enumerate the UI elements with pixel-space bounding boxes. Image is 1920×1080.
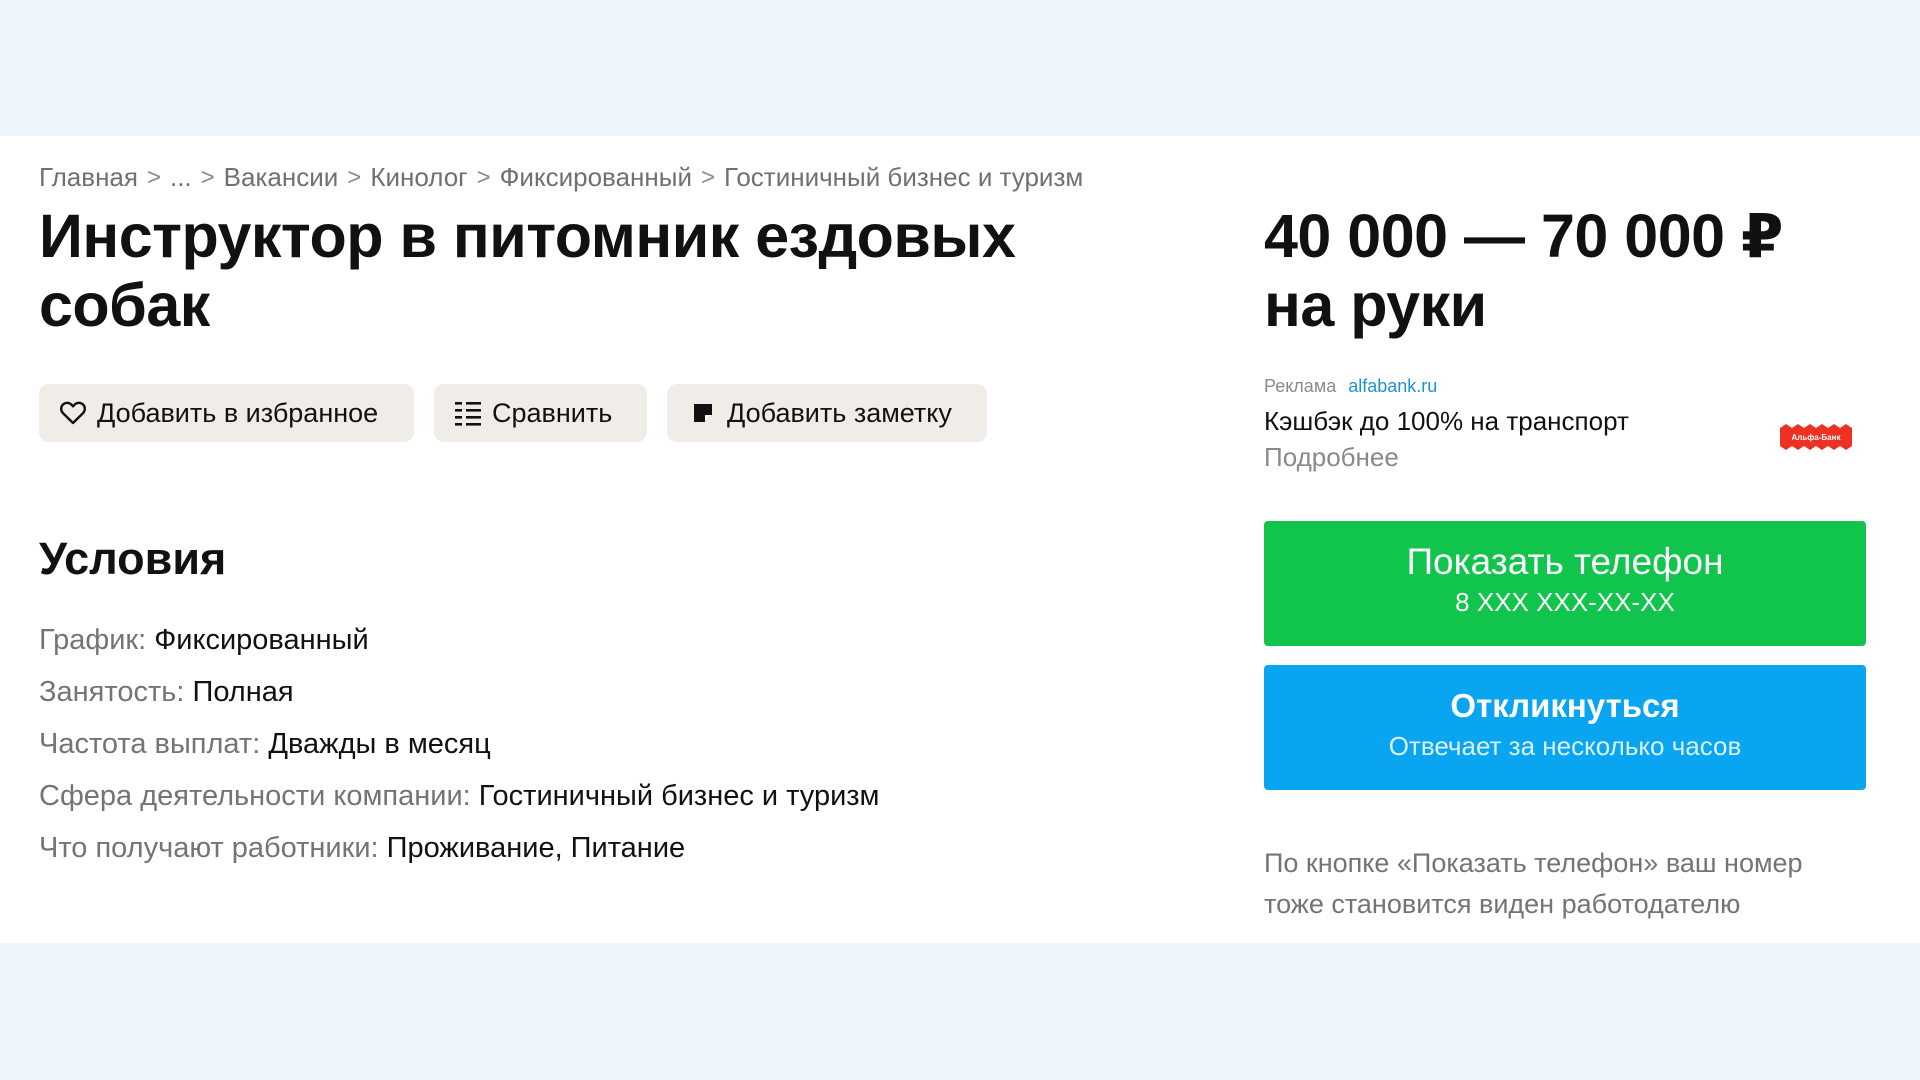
response-time: Отвечает за несколько часов [1388,731,1742,761]
add-note-button[interactable]: Добавить заметку [667,384,987,442]
condition-value: Гостиничный бизнес и туризм [478,780,880,812]
alfabank-logo-text: Альфа-Банк [1792,433,1842,442]
conditions-list: График: Фиксированный Занятость: Полная … [39,614,880,874]
show-phone-label: Показать телефон [1406,541,1724,582]
condition-value: Проживание, Питание [386,832,686,864]
condition-value: Полная [192,676,294,708]
breadcrumb-separator: > [476,163,491,191]
ad-label: Реклама alfabank.ru [1264,376,1437,397]
show-phone-button[interactable]: Показать телефон 8 XXX XXX-XX-XX [1264,521,1866,646]
condition-schedule: График: Фиксированный [39,614,880,666]
note-icon [689,399,717,427]
condition-value: Дважды в месяц [268,728,491,760]
heart-icon [59,399,87,427]
breadcrumb-item-vacancies[interactable]: Вакансии [224,162,339,193]
salary: 40 000 — 70 000 ₽ на руки [1264,202,1783,339]
condition-label: Сфера деятельности компании: [39,780,471,812]
ad-marker: Реклама [1264,376,1337,396]
conditions-heading: Условия [39,533,227,584]
breadcrumb-separator: > [200,163,215,191]
compare-button[interactable]: Сравнить [434,384,647,442]
breadcrumb-separator: > [146,163,161,191]
condition-label: Частота выплат: [39,728,261,760]
breadcrumb-separator: > [700,163,715,191]
condition-value: Фиксированный [154,624,369,656]
breadcrumb-item-schedule[interactable]: Фиксированный [500,162,692,193]
condition-payment-frequency: Частота выплат: Дважды в месяц [39,718,880,770]
phone-disclosure-note: По кнопке «Показать телефон» ваш номер т… [1264,848,1803,919]
respond-button[interactable]: Откликнуться Отвечает за несколько часов [1264,665,1866,790]
job-title: Инструктор в питомник ездовых собак [39,202,1016,339]
breadcrumb-item-home[interactable]: Главная [39,162,138,193]
breadcrumb-separator: > [347,163,362,191]
add-note-label: Добавить заметку [727,397,952,428]
alfabank-logo-icon[interactable]: Альфа-Банк [1780,422,1852,452]
breadcrumb-item-profession[interactable]: Кинолог [370,162,467,193]
add-to-favorites-label: Добавить в избранное [97,397,379,428]
compare-label: Сравнить [492,397,613,428]
add-to-favorites-button[interactable]: Добавить в избранное [39,384,414,442]
ad-more-link[interactable]: Подробнее [1264,442,1399,473]
condition-label: График: [39,624,147,656]
breadcrumb-item-industry[interactable]: Гостиничный бизнес и туризм [724,162,1083,193]
condition-label: Занятость: [39,676,185,708]
breadcrumb-item-ellipsis[interactable]: ... [170,162,192,193]
condition-benefits: Что получают работники: Проживание, Пита… [39,822,880,874]
ad-link[interactable]: alfabank.ru [1348,376,1437,396]
condition-label: Что получают работники: [39,832,379,864]
condition-industry: Сфера деятельности компании: Гостиничный… [39,770,880,822]
condition-employment: Занятость: Полная [39,666,880,718]
respond-label: Откликнуться [1450,687,1680,724]
ad-text[interactable]: Кэшбэк до 100% на транспорт [1264,406,1629,437]
phone-number-masked: 8 XXX XXX-XX-XX [1455,587,1675,617]
vacancy-card: Главная > ... > Вакансии > Кинолог > Фик… [0,136,1920,943]
breadcrumb: Главная > ... > Вакансии > Кинолог > Фик… [39,162,1083,193]
action-bar: Добавить в избранное Сравнить Добавить з… [39,384,987,442]
compare-icon [454,399,482,427]
